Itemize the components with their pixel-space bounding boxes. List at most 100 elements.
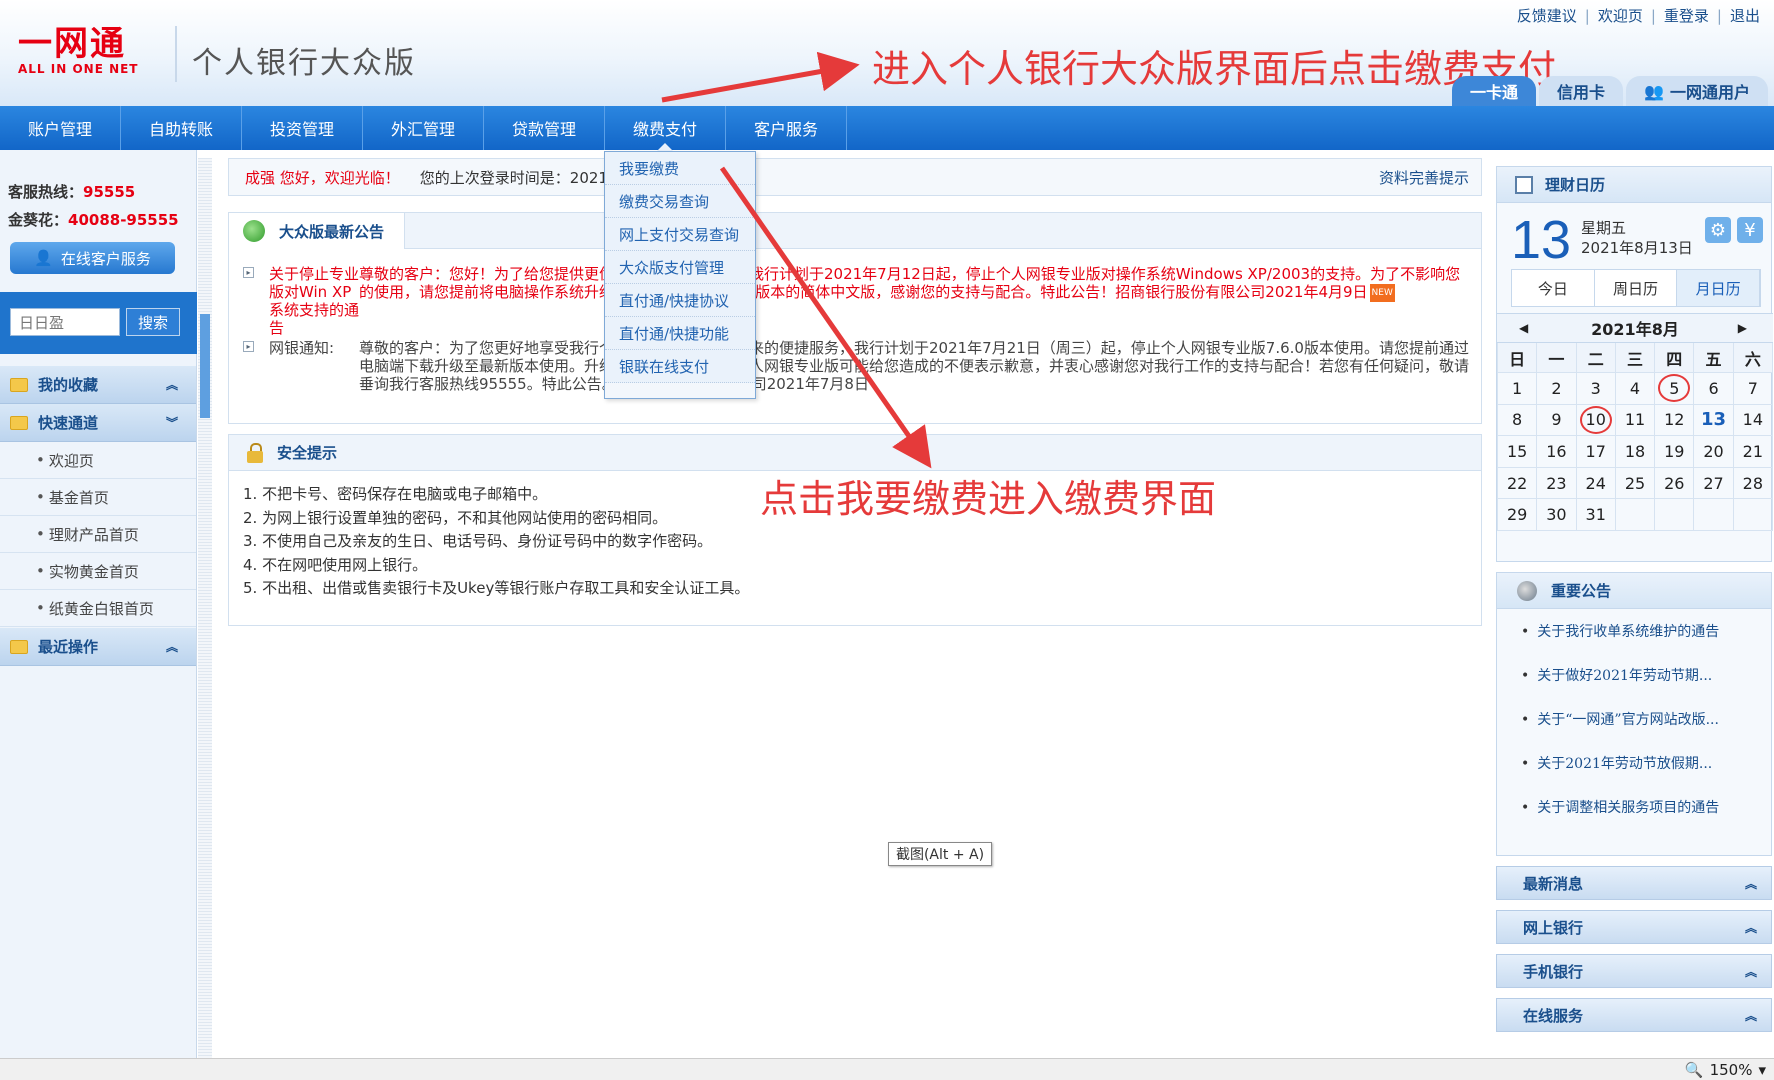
- calendar-day[interactable]: 22: [1498, 467, 1538, 500]
- calendar-day[interactable]: 4: [1615, 373, 1656, 405]
- nav-investment[interactable]: 投资管理: [242, 106, 363, 150]
- calendar-day[interactable]: 3: [1576, 373, 1616, 405]
- calendar-day[interactable]: 28: [1733, 467, 1773, 500]
- important-item[interactable]: 关于调整相关服务项目的通告: [1521, 797, 1719, 817]
- tab-month[interactable]: 月日历: [1677, 270, 1761, 306]
- quick-item-fund[interactable]: 基金首页: [0, 479, 196, 516]
- chevron-down-icon: ▾: [1758, 1061, 1766, 1079]
- calendar-day[interactable]: 7: [1733, 373, 1773, 405]
- safety-panel-header: 安全提示: [229, 435, 1481, 471]
- calendar-day[interactable]: 31: [1576, 499, 1616, 531]
- menu-item-pay-bill[interactable]: 我要缴费: [605, 152, 755, 185]
- quick-channel-header[interactable]: 快速通道 ︾: [0, 404, 196, 442]
- calendar-day[interactable]: 25: [1615, 467, 1656, 500]
- calendar-day[interactable]: 16: [1537, 436, 1577, 468]
- favorites-header[interactable]: 我的收藏 ︽: [0, 366, 196, 404]
- calendar-day[interactable]: 14: [1733, 404, 1773, 437]
- section-online-banking[interactable]: 网上银行 ︽: [1496, 910, 1772, 944]
- online-service-button[interactable]: 👤 在线客户服务: [10, 242, 175, 274]
- nav-transfer[interactable]: 自助转账: [121, 106, 242, 150]
- logo[interactable]: 一网通 ALL IN ONE NET: [18, 26, 158, 78]
- collapse-up-icon: ︽: [165, 640, 178, 654]
- notice-title: 网银通知:: [269, 339, 335, 357]
- tab-today[interactable]: 今日: [1512, 270, 1595, 306]
- prev-month-icon[interactable]: ◀: [1519, 321, 1528, 335]
- notice-item[interactable]: ▸ 关于停止专业版对Win XP系统支持的通告 尊敬的客户：您好！为了给您提供更…: [243, 265, 1473, 337]
- calendar-day[interactable]: 10: [1576, 404, 1616, 437]
- welcome-bar: 成强 您好，欢迎光临！ 您的上次登录时间是：2021 资料完善提示: [228, 158, 1482, 196]
- menu-item-payment-management[interactable]: 大众版支付管理: [605, 251, 755, 284]
- nav-account[interactable]: 账户管理: [0, 106, 121, 150]
- feedback-link[interactable]: 反馈建议: [1517, 7, 1577, 25]
- tab-yikatong[interactable]: 一卡通: [1452, 76, 1537, 106]
- tab-week[interactable]: 周日历: [1595, 270, 1678, 306]
- calendar-day[interactable]: 26: [1655, 467, 1695, 500]
- important-item[interactable]: 关于我行收单系统维护的通告: [1521, 621, 1719, 641]
- menu-item-unionpay-online[interactable]: 银联在线支付: [605, 350, 755, 383]
- gear-icon[interactable]: ⚙: [1705, 217, 1731, 243]
- nav-forex[interactable]: 外汇管理: [363, 106, 484, 150]
- quick-item-welcome[interactable]: 欢迎页: [0, 442, 196, 479]
- calendar-day[interactable]: 18: [1615, 436, 1656, 468]
- profile-hint-link[interactable]: 资料完善提示: [1379, 167, 1469, 188]
- menu-item-online-payment-query[interactable]: 网上支付交易查询: [605, 218, 755, 251]
- logout-link[interactable]: 退出: [1730, 7, 1760, 25]
- tab-credit-card[interactable]: 信用卡: [1539, 76, 1624, 106]
- collapse-up-icon: ︽: [1744, 876, 1757, 891]
- nav-customer-service[interactable]: 客户服务: [726, 106, 847, 150]
- calendar-day[interactable]: 11: [1615, 404, 1656, 437]
- sidebar-collapse-handle[interactable]: [200, 314, 210, 418]
- calendar-day[interactable]: 20: [1694, 436, 1734, 468]
- sidebar-splitter[interactable]: [198, 158, 212, 1058]
- menu-item-quick-agreement[interactable]: 直付通/快捷协议: [605, 284, 755, 317]
- section-mobile-banking[interactable]: 手机银行 ︽: [1496, 954, 1772, 988]
- menu-item-payment-query[interactable]: 缴费交易查询: [605, 185, 755, 218]
- next-month-icon[interactable]: ▶: [1738, 321, 1747, 335]
- calendar-day[interactable]: 21: [1733, 436, 1773, 468]
- collapse-up-icon: ︽: [1744, 1008, 1757, 1023]
- payment-dropdown-menu: 我要缴费 缴费交易查询 网上支付交易查询 大众版支付管理 直付通/快捷协议 直付…: [604, 151, 756, 399]
- calendar-day[interactable]: 15: [1498, 436, 1538, 468]
- calendar-day[interactable]: 9: [1537, 404, 1577, 437]
- welcome-link[interactable]: 欢迎页: [1598, 7, 1643, 25]
- important-item[interactable]: 关于做好2021年劳动节期...: [1521, 665, 1712, 685]
- notice-tab[interactable]: 大众版最新公告: [229, 213, 406, 249]
- yen-icon[interactable]: ¥: [1737, 217, 1763, 243]
- important-item[interactable]: 关于“一网通”官方网站改版...: [1521, 709, 1719, 729]
- nav-loan[interactable]: 贷款管理: [484, 106, 605, 150]
- calendar-day[interactable]: 8: [1498, 404, 1538, 437]
- notice-body-text: 尊敬的客户：您好！为了给您提供更优质、更安全的服务，我行计划于2021年7月12…: [359, 265, 1461, 301]
- calendar-day[interactable]: 23: [1537, 467, 1577, 500]
- search-input[interactable]: 日日盈: [10, 308, 120, 336]
- calendar-day[interactable]: 6: [1694, 373, 1734, 405]
- important-item[interactable]: 关于2021年劳动节放假期...: [1521, 753, 1712, 773]
- section-latest-news[interactable]: 最新消息 ︽: [1496, 866, 1772, 900]
- calendar-day[interactable]: 19: [1655, 436, 1695, 468]
- calendar-day[interactable]: 30: [1537, 499, 1577, 531]
- quick-item-wealth[interactable]: 理财产品首页: [0, 516, 196, 553]
- calendar-day[interactable]: 13: [1694, 404, 1734, 437]
- calendar-day[interactable]: 24: [1576, 467, 1616, 500]
- calendar-day[interactable]: 12: [1655, 404, 1695, 437]
- section-online-service[interactable]: 在线服务 ︽: [1496, 998, 1772, 1032]
- zoom-control[interactable]: 🔍 150% ▾: [1685, 1061, 1766, 1079]
- calendar-day[interactable]: 29: [1498, 499, 1538, 531]
- calendar-day[interactable]: 1: [1498, 373, 1538, 405]
- quick-item-paper-gold[interactable]: 纸黄金白银首页: [0, 590, 196, 627]
- month-label: 2021年8月: [1591, 320, 1679, 339]
- notice-item[interactable]: ▸ 网银通知: 尊敬的客户：为了您更好地享受我行个人网银专业版为您带来的便捷服务…: [243, 339, 1473, 399]
- notice-body: 尊敬的客户：您好！为了给您提供更优质、更安全的服务，我行计划于2021年7月12…: [359, 265, 1473, 302]
- relogin-link[interactable]: 重登录: [1664, 7, 1709, 25]
- quick-item-gold[interactable]: 实物黄金首页: [0, 553, 196, 590]
- search-button[interactable]: 搜索: [126, 308, 180, 336]
- recent-label: 最近操作: [38, 638, 99, 656]
- calendar-day[interactable]: 5: [1655, 373, 1695, 405]
- nav-payment[interactable]: 缴费支付: [605, 106, 726, 151]
- calendar-day[interactable]: 17: [1576, 436, 1616, 468]
- expand-icon: ▸: [243, 267, 254, 278]
- recent-header[interactable]: 最近操作 ︽: [0, 628, 196, 666]
- calendar-day[interactable]: 2: [1537, 373, 1577, 405]
- calendar-day[interactable]: 27: [1694, 467, 1734, 500]
- menu-item-quick-function[interactable]: 直付通/快捷功能: [605, 317, 755, 350]
- tab-netuser[interactable]: 👥 一网通用户: [1626, 76, 1768, 106]
